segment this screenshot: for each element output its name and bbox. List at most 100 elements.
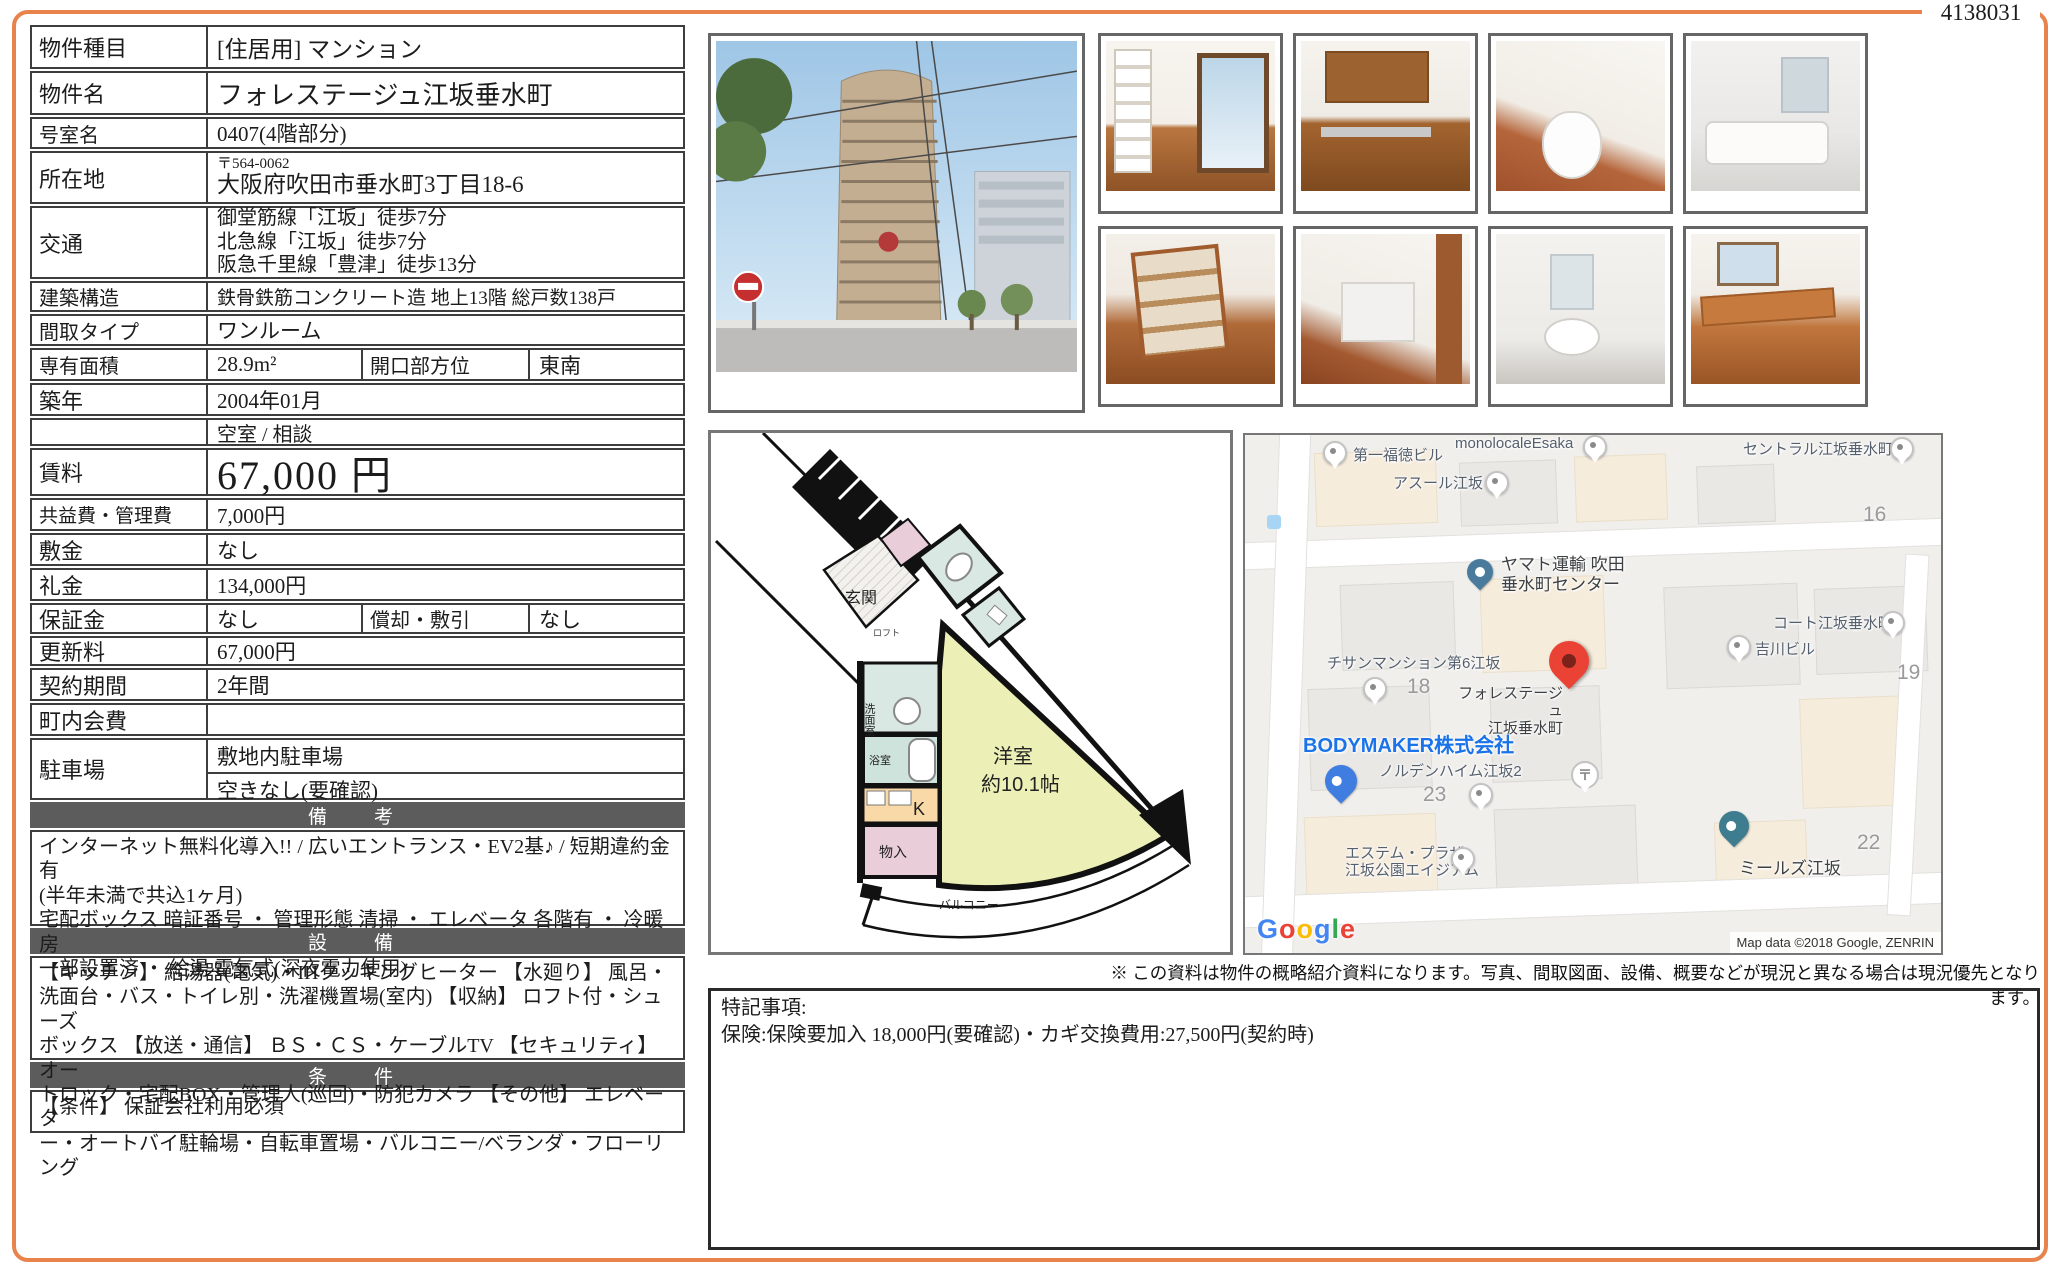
map-pin-post-office: 〒 (1571, 761, 1599, 789)
room-number-label: 号室名 (32, 119, 208, 147)
layout-type-label: 間取タイプ (32, 316, 208, 344)
contract-term-value: 2年間 (208, 670, 683, 699)
google-letter: l (1332, 914, 1341, 944)
structure-label: 建築構造 (32, 283, 208, 310)
row-deposit: 敷金 なし (30, 533, 685, 566)
map-poi-label: ノルデンハイム江坂2 (1379, 763, 1522, 780)
status-value: 空室 / 相談 (208, 420, 683, 444)
google-letter: o (1279, 914, 1297, 944)
key-money-value: 134,000円 (208, 570, 683, 599)
main-room-shape (939, 625, 1169, 888)
map-block-number: 19 (1897, 661, 1920, 685)
washroom-mirror (1550, 254, 1594, 310)
bathroom-photo (1691, 41, 1860, 191)
bathtub (1705, 121, 1829, 165)
kitchen-photo (1301, 41, 1470, 191)
kitchen-cabinet (1325, 51, 1429, 103)
floorplan-kitchen-label: K (913, 799, 925, 819)
structure-value: 鉄骨鉄筋コンクリート造 地上13階 総戸数138戸 (208, 283, 683, 310)
row-neighborhood-fee: 町内会費 (30, 703, 685, 736)
google-letter: e (1340, 914, 1356, 944)
rent-label: 賃料 (32, 450, 208, 494)
layout-type-value: ワンルーム (208, 316, 683, 344)
guarantee-label: 保証金 (32, 605, 208, 632)
map-poi-label: monolocaleEsaka (1455, 435, 1573, 452)
shoe-shelf (1131, 244, 1230, 361)
desk-counter (1700, 287, 1836, 326)
thumbnail-photo-bathroom (1683, 33, 1868, 214)
loft-room-photo (1106, 41, 1275, 191)
map-block-number: 22 (1857, 831, 1880, 855)
map-building (1459, 459, 1558, 526)
row-address: 所在地 〒564-0062 大阪府吹田市垂水町3丁目18-6 (30, 151, 685, 204)
remarks-text: インターネット無料化導入!! / 広いエントランス・EV2基♪ / 短期違約金有… (30, 830, 685, 926)
floorplan-genkan-label: 玄関 (845, 589, 877, 607)
map-poi-label: フォレステージュ 江坂垂水町 (1453, 685, 1563, 737)
row-parking: 駐車場 敷地内駐車場 空きなし(要確認) (30, 738, 685, 800)
building-exterior-photo (716, 41, 1077, 372)
document-number: 4138031 (1922, 0, 2040, 30)
map-poi-label: アスール江坂 (1393, 475, 1483, 492)
facing-value: 東南 (530, 350, 683, 379)
map-poi-label: 吉川ビル (1755, 641, 1815, 658)
common-fee-value: 7,000円 (208, 500, 683, 529)
map-poi-label: セントラル江坂垂水町 (1743, 441, 1893, 458)
laundry-pan (1341, 282, 1415, 342)
map-pin (1469, 783, 1493, 807)
deposit-value: なし (208, 535, 683, 564)
row-room-number: 号室名 0407(4階部分) (30, 117, 685, 149)
map-attribution: Map data ©2018 Google, ZENRIN (1730, 932, 1941, 953)
amortization-value: なし (530, 605, 683, 632)
door-frame (1436, 234, 1462, 384)
contract-term-label: 契約期間 (32, 670, 208, 699)
renewal-fee-value: 67,000円 (208, 638, 683, 664)
thumbnail-photo-kitchen (1293, 33, 1478, 214)
row-guarantee: 保証金 なし 償却・敷引 なし (30, 603, 685, 634)
map-pin (1451, 847, 1475, 871)
main-photo (708, 33, 1085, 413)
thumbnail-photo-loft-room (1098, 33, 1283, 214)
postal-code: 〒564-0062 (217, 157, 290, 172)
equipment-text: 【キッチン】 給湯器(電気)・IHクッキングヒーター 【水廻り】 風呂・ 洗面台… (30, 956, 685, 1060)
map-pin (1881, 611, 1905, 635)
access-value: 御堂筋線「江坂」徒歩7分 北急線「江坂」徒歩7分 阪急千里線「豊津」徒歩13分 (208, 208, 683, 277)
parking-value-1: 敷地内駐車場 (208, 740, 683, 774)
kitchen-counter (1321, 127, 1431, 137)
google-letter: o (1297, 914, 1315, 944)
thumbnail-photo-desk-room (1683, 226, 1868, 407)
google-letter: G (1257, 914, 1279, 944)
floorplan-storage-label: 物入 (879, 844, 907, 860)
row-property-name: 物件名 フォレステージュ江坂垂水町 (30, 71, 685, 115)
guarantee-value: なし (208, 605, 363, 632)
google-letter: g (1314, 914, 1332, 944)
floorplan-loft-label: ロフト (873, 628, 900, 638)
map-poi-label: ミールズ江坂 (1739, 859, 1841, 879)
washroom-photo (1496, 234, 1665, 384)
floor-plan: 玄関 ロフト 洗面室 浴室 K 物入 洋室 約10.1帖 バルコニー (708, 430, 1233, 955)
balcony-window (1197, 53, 1269, 173)
row-common-fee: 共益費・管理費 7,000円 (30, 498, 685, 531)
floorplan-washroom-label: 洗面室 (863, 703, 876, 736)
parking-label: 駐車場 (32, 740, 208, 798)
row-rent: 賃料 67,000 円 (30, 448, 685, 496)
row-contract-term: 契約期間 2年間 (30, 668, 685, 701)
row-renewal-fee: 更新料 67,000円 (30, 636, 685, 666)
laundry-space-photo (1301, 234, 1470, 384)
map-building (1696, 464, 1776, 525)
common-fee-label: 共益費・管理費 (32, 500, 208, 529)
round-sink (1544, 318, 1600, 356)
property-type-label: 物件種目 (32, 27, 208, 67)
address-value: 大阪府吹田市垂水町3丁目18-6 (217, 172, 524, 198)
map-road (1261, 433, 1310, 955)
map-poi-label: チサンマンション第6江坂 (1327, 655, 1500, 672)
area-label: 専有面積 (32, 350, 208, 379)
map-pin (1323, 441, 1347, 465)
google-logo: Google (1257, 914, 1356, 945)
floorplan-bath-label: 浴室 (869, 753, 891, 767)
location-map: 第一福徳ビル monolocaleEsaka アスール江坂 セントラル江坂垂水町… (1243, 433, 1943, 955)
rent-value: 67,000 円 (208, 450, 683, 494)
neighborhood-fee-label: 町内会費 (32, 705, 208, 734)
facing-label: 開口部方位 (363, 350, 530, 379)
thumbnail-photo-laundry-space (1293, 226, 1478, 407)
amortization-label: 償却・敷引 (363, 605, 530, 632)
